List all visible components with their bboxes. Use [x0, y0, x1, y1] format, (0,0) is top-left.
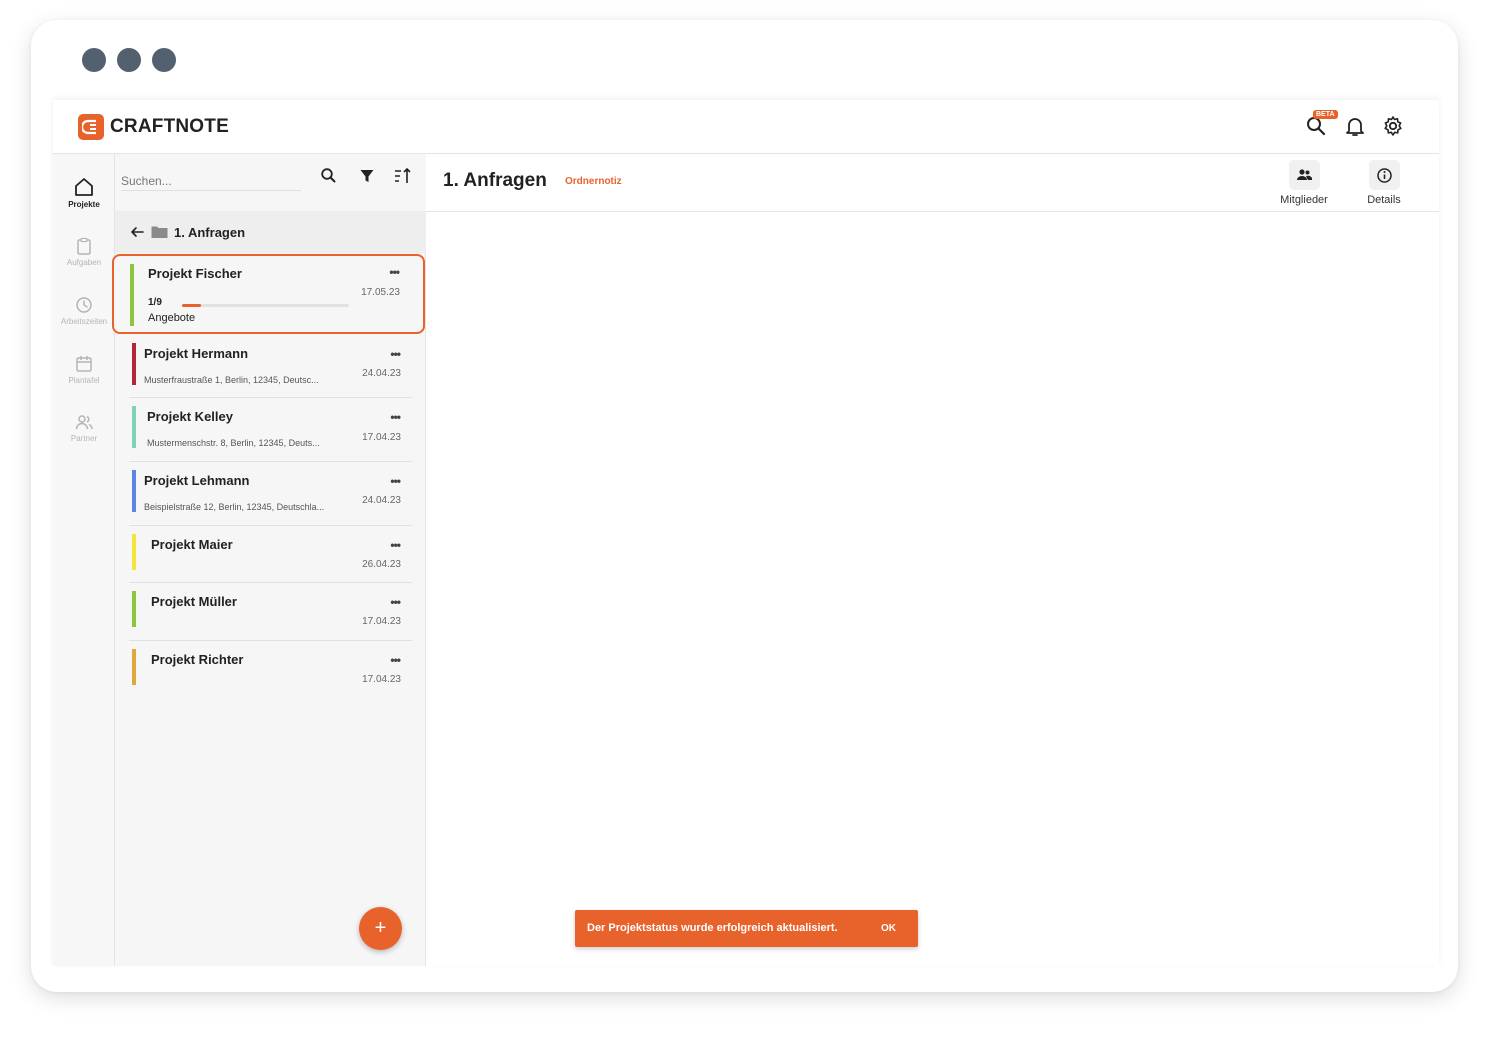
- gear-icon[interactable]: [1381, 114, 1405, 138]
- search-icon[interactable]: [319, 166, 339, 186]
- project-address: Musterfraustraße 1, Berlin, 12345, Deuts…: [144, 375, 319, 385]
- top-bar: CRAFTNOTE BETA: [53, 100, 1439, 154]
- folder-note-link[interactable]: Ordnernotiz: [565, 176, 622, 187]
- project-date: 24.04.23: [362, 368, 401, 379]
- nav-item-plantafel[interactable]: Plantafel: [53, 354, 115, 385]
- home-icon: [75, 178, 93, 196]
- brand-logo[interactable]: CRAFTNOTE: [78, 114, 229, 140]
- nav-label: Arbeitszeiten: [60, 317, 108, 326]
- top-actions: BETA: [1305, 110, 1405, 138]
- main-header: 1. Anfragen Ordnernotiz Mitglieder Detai…: [426, 154, 1439, 212]
- progress-fill: [182, 304, 201, 307]
- project-date: 17.05.23: [361, 287, 400, 298]
- status-toast: Der Projektstatus wurde erfolgreich aktu…: [575, 910, 918, 947]
- progress-count: 1/9: [148, 297, 162, 308]
- nav-label: Plantafel: [68, 376, 100, 385]
- project-color-bar: [132, 591, 136, 627]
- sort-icon[interactable]: [393, 166, 413, 186]
- project-color-bar: [132, 406, 136, 448]
- project-menu-icon[interactable]: •••: [390, 410, 401, 424]
- nav-item-arbeitszeiten[interactable]: Arbeitszeiten: [53, 295, 115, 326]
- project-title: Projekt Lehmann: [144, 473, 250, 488]
- project-card-mueller[interactable]: Projekt Müller ••• 17.04.23: [129, 584, 412, 641]
- side-nav: Projekte Aufgaben Arbeitszeiten Plantafe…: [53, 154, 115, 966]
- nav-item-projekte[interactable]: Projekte: [53, 176, 115, 209]
- search-input[interactable]: [121, 170, 301, 192]
- project-address: Mustermenschstr. 8, Berlin, 12345, Deuts…: [147, 438, 320, 448]
- window-dot-1[interactable]: [82, 48, 106, 72]
- nav-label: Partner: [70, 434, 98, 443]
- beta-badge: BETA: [1313, 110, 1338, 119]
- project-card-lehmann[interactable]: Projekt Lehmann ••• 24.04.23 Beispielstr…: [129, 463, 412, 526]
- back-arrow-icon[interactable]: [129, 224, 145, 240]
- calendar-icon: [76, 356, 92, 372]
- project-menu-icon[interactable]: •••: [390, 347, 401, 361]
- project-list-panel: 1. Anfragen Projekt Fischer ••• 17.05.23…: [112, 154, 426, 966]
- project-color-bar: [132, 343, 136, 385]
- window-frame: CRAFTNOTE BETA Projekte Aufgaben Arbeits…: [31, 20, 1458, 992]
- window-controls: [82, 48, 176, 72]
- project-menu-icon[interactable]: •••: [390, 474, 401, 488]
- project-color-bar: [132, 470, 136, 512]
- project-card-kelley[interactable]: Projekt Kelley ••• 17.04.23 Mustermensch…: [129, 399, 412, 462]
- folder-title: 1. Anfragen: [174, 224, 246, 240]
- project-title: Projekt Müller: [151, 594, 237, 609]
- nav-item-partner[interactable]: Partner: [53, 412, 115, 443]
- window-dot-2[interactable]: [117, 48, 141, 72]
- search-icon[interactable]: BETA: [1305, 110, 1338, 138]
- project-date: 26.04.23: [362, 559, 401, 570]
- project-card-hermann[interactable]: Projekt Hermann ••• 24.04.23 Musterfraus…: [129, 336, 412, 398]
- members-label: Mitglieder: [1280, 194, 1328, 206]
- folder-breadcrumb: 1. Anfragen: [115, 211, 426, 253]
- project-card-maier[interactable]: Projekt Maier ••• 26.04.23: [129, 527, 412, 583]
- project-address: Beispielstraße 12, Berlin, 12345, Deutsc…: [144, 502, 325, 512]
- filter-icon[interactable]: [357, 166, 377, 186]
- project-card-richter[interactable]: Projekt Richter ••• 17.04.23: [129, 642, 412, 698]
- app: CRAFTNOTE BETA Projekte Aufgaben Arbeits…: [53, 100, 1439, 966]
- details-label: Details: [1367, 194, 1401, 206]
- info-icon: [1368, 160, 1400, 190]
- bell-icon[interactable]: [1343, 114, 1367, 138]
- project-card-fischer[interactable]: Projekt Fischer ••• 17.05.23 1/9 Angebot…: [112, 254, 425, 334]
- project-menu-icon[interactable]: •••: [390, 595, 401, 609]
- main-content: 1. Anfragen Ordnernotiz Mitglieder Detai…: [426, 154, 1439, 966]
- toast-message: Der Projektstatus wurde erfolgreich aktu…: [587, 922, 838, 934]
- project-date: 17.04.23: [362, 674, 401, 685]
- people-icon: [75, 415, 93, 430]
- project-status: Angebote: [148, 312, 196, 324]
- page-title: 1. Anfragen: [443, 170, 547, 191]
- project-date: 24.04.23: [362, 495, 401, 506]
- project-menu-icon[interactable]: •••: [390, 653, 401, 667]
- clipboard-icon: [77, 237, 91, 255]
- clock-icon: [76, 297, 92, 313]
- search-underline: [121, 190, 301, 191]
- project-title: Projekt Richter: [151, 652, 244, 667]
- nav-label: Projekte: [68, 200, 100, 209]
- project-title: Projekt Kelley: [147, 409, 233, 424]
- details-button[interactable]: Details: [1349, 160, 1419, 206]
- progress-bar: [182, 304, 349, 307]
- project-menu-icon[interactable]: •••: [389, 265, 400, 279]
- craftnote-logo-icon: [78, 114, 104, 140]
- folder-icon: [151, 226, 168, 238]
- project-title: Projekt Maier: [151, 537, 233, 552]
- project-title: Projekt Fischer: [148, 266, 242, 281]
- search-bar: [115, 154, 426, 211]
- add-project-button[interactable]: +: [359, 907, 402, 950]
- project-date: 17.04.23: [362, 616, 401, 627]
- project-date: 17.04.23: [362, 432, 401, 443]
- project-color-bar: [132, 649, 136, 685]
- project-color-bar: [130, 264, 134, 326]
- brand-name: CRAFTNOTE: [110, 116, 229, 137]
- nav-item-aufgaben[interactable]: Aufgaben: [53, 236, 115, 267]
- nav-label: Aufgaben: [66, 258, 102, 267]
- project-title: Projekt Hermann: [144, 346, 249, 361]
- project-menu-icon[interactable]: •••: [390, 538, 401, 552]
- members-icon: [1288, 160, 1320, 190]
- members-button[interactable]: Mitglieder: [1269, 160, 1339, 206]
- project-color-bar: [132, 534, 136, 570]
- window-dot-3[interactable]: [152, 48, 176, 72]
- toast-ok-button[interactable]: OK: [881, 923, 896, 934]
